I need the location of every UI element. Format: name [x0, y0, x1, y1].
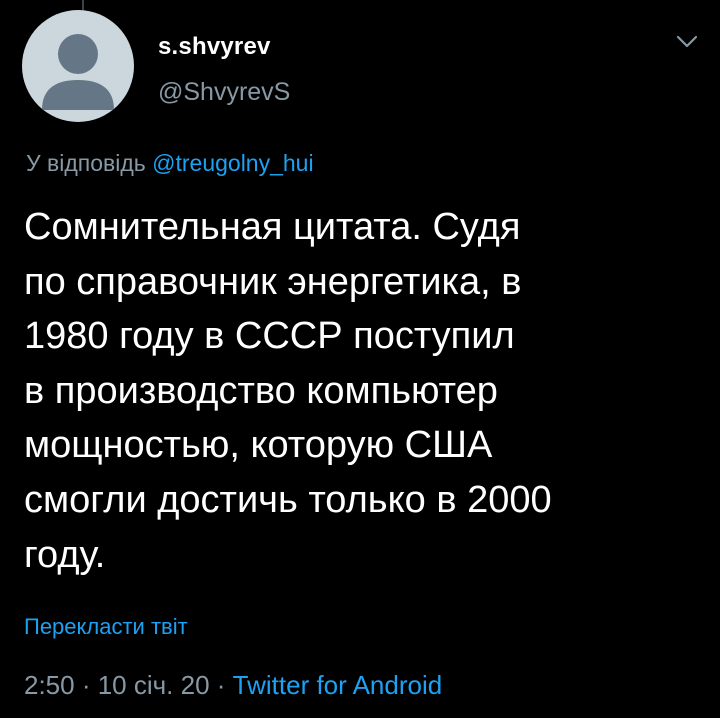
translate-tweet-link[interactable]: Перекласти твіт [24, 614, 188, 640]
avatar[interactable] [22, 10, 134, 122]
reply-prefix: У відповідь [26, 150, 153, 176]
more-options-button[interactable] [672, 28, 702, 56]
tweet-date: 10 січ. 20 [97, 670, 210, 700]
reply-mention-link[interactable]: @treugolny_hui [152, 150, 313, 176]
tweet-line: году. [24, 533, 106, 576]
user-handle[interactable]: @ShvyrevS [158, 78, 290, 107]
tweet-metadata: 2:50 · 10 січ. 20 · Twitter for Android [24, 670, 442, 701]
tweet-line: мощностью, которую США [24, 424, 493, 467]
tweet-line: в производство компьютер [24, 369, 498, 412]
tweet-source-link[interactable]: Twitter for Android [233, 670, 443, 700]
tweet-line: смогли достичь только в 2000 [24, 478, 552, 521]
tweet-text: Сомнительная цитата. Судя по справочник … [24, 200, 684, 582]
default-person-icon [42, 34, 114, 110]
reply-context: У відповідь @treugolny_hui [26, 150, 314, 177]
thread-connector-line [82, 0, 84, 10]
tweet-line: по справочник энергетика, в [24, 260, 522, 303]
tweet-line: Сомнительная цитата. Судя [24, 206, 521, 248]
display-name[interactable]: s.shvyrev [158, 33, 271, 61]
tweet-time: 2:50 [24, 670, 75, 700]
chevron-down-icon [676, 35, 698, 48]
meta-separator: · [74, 670, 98, 700]
tweet-line: 1980 году в СССР поступил [24, 315, 515, 358]
meta-separator: · [209, 670, 233, 700]
